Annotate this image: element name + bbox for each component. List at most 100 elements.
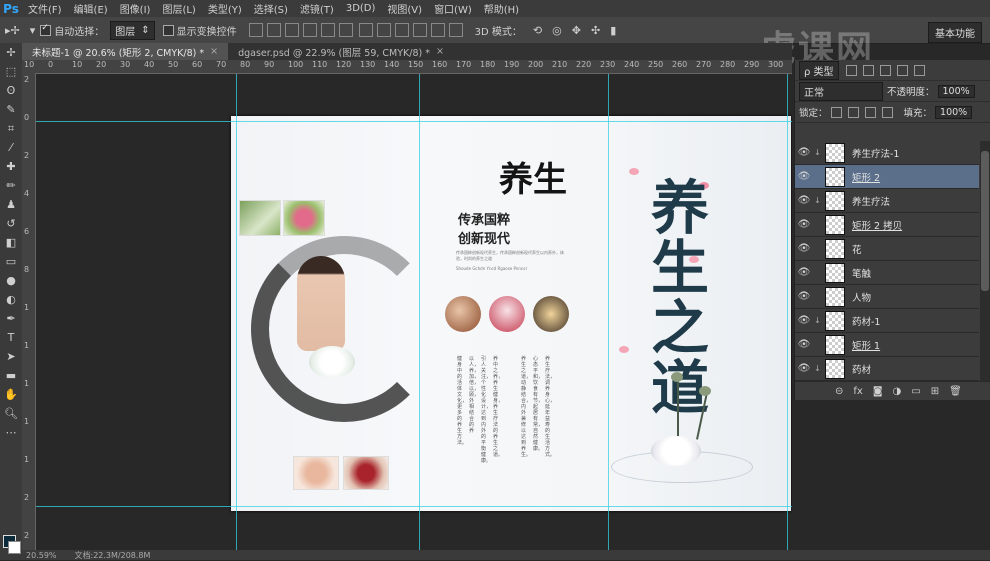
guide-line[interactable] <box>419 74 420 550</box>
layer-row[interactable]: 👁︎ ↓ 药材-1 <box>795 309 979 333</box>
menu-edit[interactable]: 编辑(E) <box>68 1 114 16</box>
3d-pan-icon[interactable]: ✥ <box>572 24 581 37</box>
chevron-down-icon[interactable]: ▾ <box>30 24 36 37</box>
workspace-switcher[interactable]: 基本功能 <box>928 22 982 43</box>
scrollbar-thumb[interactable] <box>981 151 989 291</box>
distribute-right-icon[interactable] <box>448 23 463 37</box>
menu-file[interactable]: 文件(F) <box>22 1 68 16</box>
new-layer-icon[interactable]: ⊞ <box>931 386 939 397</box>
guide-line[interactable] <box>608 74 609 550</box>
dodge-tool-icon[interactable]: ◐ <box>0 290 22 309</box>
layers-scrollbar[interactable] <box>980 141 990 381</box>
filter-adjust-icon[interactable] <box>862 64 874 76</box>
lock-transparent-icon[interactable] <box>830 106 842 118</box>
lock-position-icon[interactable] <box>864 106 876 118</box>
eye-icon[interactable]: 👁︎ <box>795 315 813 326</box>
distribute-top-icon[interactable] <box>358 23 373 37</box>
link-icon[interactable]: ⊝ <box>835 386 843 397</box>
zoom-tool-icon[interactable]: 🔍︎ <box>0 404 22 423</box>
menu-3d[interactable]: 3D(D) <box>340 3 382 14</box>
menu-type[interactable]: 类型(Y) <box>202 1 248 16</box>
tab-untitled-1[interactable]: 未标题-1 @ 20.6% (矩形 2, CMYK/8) * × <box>22 43 229 60</box>
guide-line[interactable] <box>36 121 792 122</box>
lock-all-icon[interactable] <box>881 106 893 118</box>
menu-filter[interactable]: 滤镜(T) <box>294 1 340 16</box>
document-canvas[interactable]: 养生 传承国粹 创新现代 传承国粹创新现代养生，传承国粹创新现代养生以内养外，体… <box>231 116 791 511</box>
zoom-level[interactable]: 20.59% <box>26 551 57 560</box>
layer-row[interactable]: 👁︎ 矩形 1 <box>795 333 979 357</box>
canvas-area[interactable]: 养生 传承国粹 创新现代 传承国粹创新现代养生，传承国粹创新现代养生以内养外，体… <box>36 74 792 550</box>
align-bottom-icon[interactable] <box>284 23 299 37</box>
tab-dgaser[interactable]: dgaser.psd @ 22.9% (图层 59, CMYK/8) * × <box>228 43 454 60</box>
close-icon[interactable]: × <box>210 46 218 57</box>
layer-row[interactable]: 👁︎ 花 <box>795 237 979 261</box>
guide-line[interactable] <box>787 74 788 550</box>
filter-shape-icon[interactable] <box>896 64 908 76</box>
opacity-input[interactable]: 100% <box>937 84 975 98</box>
distribute-hcenter-icon[interactable] <box>430 23 445 37</box>
distribute-bottom-icon[interactable] <box>394 23 409 37</box>
hand-tool-icon[interactable]: ✋ <box>0 385 22 404</box>
eraser-tool-icon[interactable]: ◧ <box>0 233 22 252</box>
distribute-left-icon[interactable] <box>412 23 427 37</box>
distribute-vcenter-icon[interactable] <box>376 23 391 37</box>
3d-roll-icon[interactable]: ◎ <box>552 24 562 37</box>
align-right-icon[interactable] <box>338 23 353 37</box>
eye-icon[interactable]: 👁︎ <box>795 171 813 182</box>
brush-tool-icon[interactable]: ✏ <box>0 176 22 195</box>
lock-image-icon[interactable] <box>847 106 859 118</box>
3d-slide-icon[interactable]: ✣ <box>591 24 600 37</box>
background-color-swatch[interactable] <box>8 541 21 554</box>
align-left-icon[interactable] <box>302 23 317 37</box>
type-tool-icon[interactable]: T <box>0 328 22 347</box>
eye-icon[interactable]: 👁︎ <box>795 219 813 230</box>
crop-tool-icon[interactable]: ⌗ <box>0 119 22 138</box>
adjustment-icon[interactable]: ◑ <box>893 386 902 397</box>
more-tools-icon[interactable]: ⋯ <box>0 423 22 442</box>
layer-row[interactable]: 👁︎ 矩形 2 拷贝 <box>795 213 979 237</box>
menu-select[interactable]: 选择(S) <box>248 1 294 16</box>
eye-icon[interactable]: 👁︎ <box>795 243 813 254</box>
eye-icon[interactable]: 👁︎ <box>795 339 813 350</box>
eye-icon[interactable]: 👁︎ <box>795 147 813 158</box>
gradient-tool-icon[interactable]: ▭ <box>0 252 22 271</box>
stamp-tool-icon[interactable]: ♟ <box>0 195 22 214</box>
menu-image[interactable]: 图像(I) <box>114 1 157 16</box>
guide-line[interactable] <box>236 74 237 550</box>
history-brush-icon[interactable]: ↺ <box>0 214 22 233</box>
auto-select-dropdown[interactable]: 图层 ⇕ <box>110 20 155 40</box>
align-vcenter-icon[interactable] <box>266 23 281 37</box>
align-hcenter-icon[interactable] <box>320 23 335 37</box>
path-select-tool-icon[interactable]: ➤ <box>0 347 22 366</box>
quick-select-tool-icon[interactable]: ✎ <box>0 100 22 119</box>
menu-help[interactable]: 帮助(H) <box>478 1 525 16</box>
filter-pixel-icon[interactable] <box>845 64 857 76</box>
layer-row[interactable]: 👁︎ ↓ 养生疗法 <box>795 189 979 213</box>
move-tool-icon[interactable]: ✢ <box>0 43 22 62</box>
layer-row[interactable]: 👁︎ 矩形 2 <box>795 165 979 189</box>
pen-tool-icon[interactable]: ✒ <box>0 309 22 328</box>
blend-mode-dropdown[interactable]: 正常 <box>799 81 883 101</box>
3d-scale-icon[interactable]: ▮ <box>610 24 616 37</box>
eye-icon[interactable]: 👁︎ <box>795 267 813 278</box>
layer-filter-dropdown[interactable]: ρ 类型 <box>799 60 839 80</box>
blur-tool-icon[interactable]: ● <box>0 271 22 290</box>
close-icon[interactable]: × <box>436 46 444 57</box>
align-top-icon[interactable] <box>248 23 263 37</box>
eye-icon[interactable]: 👁︎ <box>795 195 813 206</box>
show-transform-checkbox[interactable] <box>162 24 174 36</box>
auto-select-checkbox[interactable] <box>40 23 52 36</box>
menu-view[interactable]: 视图(V) <box>381 1 428 16</box>
layer-row[interactable]: 👁︎ 人物 <box>795 285 979 309</box>
mask-icon[interactable]: ◙ <box>873 386 883 397</box>
shape-tool-icon[interactable]: ▬ <box>0 366 22 385</box>
healing-tool-icon[interactable]: ✚ <box>0 157 22 176</box>
eyedropper-tool-icon[interactable]: ⁄ <box>0 138 22 157</box>
eye-icon[interactable]: 👁︎ <box>795 363 813 374</box>
filter-type-icon[interactable] <box>879 64 891 76</box>
3d-rotate-icon[interactable]: ⟲ <box>533 24 542 37</box>
move-tool-icon[interactable]: ▸✢ <box>5 24 20 37</box>
layer-row[interactable]: 👁︎ ↓ 药材 <box>795 357 979 381</box>
fx-icon[interactable]: fx <box>853 386 862 397</box>
menu-layer[interactable]: 图层(L) <box>156 1 201 16</box>
